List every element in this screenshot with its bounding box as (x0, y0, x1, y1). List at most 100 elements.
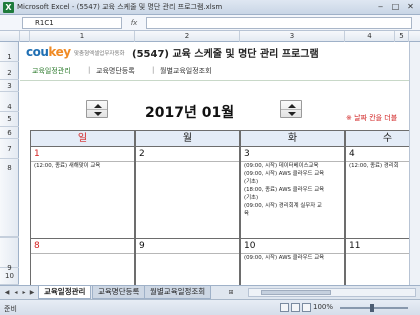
zoom-slider[interactable] (340, 304, 408, 312)
nav-item-schedule[interactable]: 교육일정관리 (32, 66, 71, 76)
status-bar: 준비 100% (0, 299, 420, 315)
zoom-slider-knob[interactable] (370, 304, 374, 312)
spin-up-icon[interactable] (94, 104, 102, 108)
insert-sheet-icon[interactable]: ⊞ (226, 288, 236, 297)
weekday-header-tue: 화 (240, 130, 345, 147)
column-header[interactable]: 5 (395, 31, 409, 42)
event-item[interactable]: 육 (244, 211, 249, 219)
next-sheet-icon[interactable]: ▸ (20, 288, 28, 297)
event-item[interactable]: (18:00, 종료) AWS 클라우드 교육 (244, 187, 324, 195)
month-label: 2017년 01월 (145, 105, 235, 121)
day-number: 4 (349, 149, 355, 159)
row-header[interactable]: 2 (0, 62, 19, 80)
window-title: Microsoft Excel - (5547) 교육 스케줄 및 명단 관리 … (17, 3, 223, 11)
day-cell[interactable]: 2 (135, 147, 240, 239)
name-box[interactable]: R1C1 (22, 17, 122, 29)
last-sheet-icon[interactable]: ▶ (28, 288, 36, 297)
spin-up-icon[interactable] (288, 104, 296, 108)
row-header[interactable]: 8 (0, 159, 19, 237)
window-title-bar: X Microsoft Excel - (5547) 교육 스케줄 및 명단 관… (0, 0, 420, 15)
day-number: 1 (34, 149, 40, 159)
day-number: 3 (244, 149, 250, 159)
column-header[interactable]: 2 (135, 31, 240, 42)
day-cell[interactable]: 9 (135, 239, 240, 285)
day-divider (136, 253, 239, 254)
day-divider (241, 161, 344, 162)
row-header[interactable]: 5 (0, 112, 19, 127)
nav-separator: | (152, 66, 155, 74)
day-divider (31, 253, 134, 254)
event-item[interactable]: (09:00, 시작) AWS 클라우드 교육 (244, 255, 324, 263)
event-item[interactable]: (기초) (244, 195, 258, 203)
column-header[interactable] (20, 31, 30, 42)
day-cell[interactable]: 8 (30, 239, 135, 285)
select-all-corner[interactable] (0, 31, 20, 42)
spin-down-icon[interactable] (288, 112, 296, 116)
status-ready: 준비 (4, 305, 17, 313)
first-sheet-icon[interactable]: ◀ (3, 288, 11, 297)
row-header[interactable]: 9 (0, 238, 19, 272)
day-divider (241, 253, 344, 254)
formula-input[interactable] (146, 17, 412, 29)
event-item[interactable]: (09:00, 시작) 경리회계 실무자 교 (244, 203, 322, 211)
event-item[interactable]: (기초) (244, 179, 258, 187)
insert-function-icon[interactable]: fx (124, 17, 144, 29)
day-number: 9 (139, 241, 145, 251)
day-number: 11 (349, 241, 361, 251)
nav-item-monthly[interactable]: 월별교육일정조회 (160, 66, 212, 76)
column-header[interactable]: 1 (30, 31, 135, 42)
weekday-header-mon: 월 (135, 130, 240, 147)
spin-down-icon[interactable] (94, 112, 102, 116)
double-click-hint: ※ 날짜 칸을 더블 (346, 114, 398, 122)
row-header[interactable]: 10 (0, 268, 19, 285)
app-title: (5547) 교육 스케줄 및 명단 관리 프로그램 (132, 49, 319, 60)
next-month-spinner[interactable] (280, 100, 302, 118)
coukey-logo: coukey (26, 45, 71, 59)
maximize-icon[interactable]: □ (389, 2, 402, 12)
row-header[interactable]: 4 (0, 92, 19, 112)
page-layout-icon[interactable] (291, 303, 300, 312)
page-break-icon[interactable] (302, 303, 311, 312)
day-divider (31, 161, 134, 162)
event-item[interactable]: (12:00, 종료) 경리회 (349, 163, 399, 171)
scroll-thumb[interactable] (261, 290, 331, 295)
day-number: 10 (244, 241, 256, 251)
row-header[interactable]: 1 (0, 42, 19, 62)
excel-icon[interactable]: X (3, 2, 14, 13)
weekday-header-sun: 일 (30, 130, 135, 147)
close-icon[interactable]: ✕ (404, 2, 417, 12)
spinner-divider (87, 109, 107, 110)
day-divider (136, 161, 239, 162)
nav-divider (20, 80, 420, 81)
zoom-level[interactable]: 100% (313, 303, 333, 311)
minimize-icon[interactable]: ‒ (374, 2, 387, 12)
vertical-scrollbar[interactable] (409, 42, 420, 285)
row-header[interactable]: 3 (0, 80, 19, 92)
horizontal-scrollbar[interactable] (248, 288, 416, 297)
day-cell[interactable]: 10 (09:00, 시작) AWS 클라우드 교육 (240, 239, 345, 285)
calendar-grid: 일 월 화 수 1 (12:00, 종료) 새해맞이 교육 2 3 (09:00… (30, 130, 420, 285)
column-header[interactable]: 4 (345, 31, 395, 42)
worksheet[interactable]: coukey 맞춤형엑셀업무자동화 (5547) 교육 스케줄 및 명단 관리 … (20, 42, 420, 285)
event-item[interactable]: (09:00, 시작) 데이터베이스교육 (244, 163, 318, 171)
nav-item-roster[interactable]: 교육명단등록 (96, 66, 135, 76)
sheet-tab-schedule[interactable]: 교육일정관리 (38, 286, 92, 299)
day-cell[interactable]: 1 (12:00, 종료) 새해맞이 교육 (30, 147, 135, 239)
day-number: 8 (34, 241, 40, 251)
row-header[interactable]: 6 (0, 127, 19, 139)
prev-month-spinner[interactable] (86, 100, 108, 118)
event-item[interactable]: (09:00, 시작) AWS 클라우드 교육 (244, 171, 324, 179)
row-header[interactable]: 7 (0, 139, 19, 159)
logo-tagline: 맞춤형엑셀업무자동화 (74, 51, 125, 57)
event-item[interactable]: (12:00, 종료) 새해맞이 교육 (34, 163, 100, 171)
day-number: 2 (139, 149, 145, 159)
day-cell[interactable]: 3 (09:00, 시작) 데이터베이스교육 (09:00, 시작) AWS 클… (240, 147, 345, 239)
normal-view-icon[interactable] (280, 303, 289, 312)
column-headers: 1 2 3 4 5 (0, 31, 420, 42)
sheet-tabs-bar: ◀ ◂ ▸ ▶ 교육일정관리 교육명단등록 월별교육일정조회 ⊞ (0, 285, 420, 299)
column-header[interactable]: 3 (240, 31, 345, 42)
prev-sheet-icon[interactable]: ◂ (12, 288, 20, 297)
sheet-tab-roster[interactable]: 교육명단등록 (92, 286, 146, 299)
sheet-tab-monthly[interactable]: 월별교육일정조회 (144, 286, 212, 299)
row-headers: 1 2 3 4 5 6 7 8 9 10 (0, 42, 19, 285)
